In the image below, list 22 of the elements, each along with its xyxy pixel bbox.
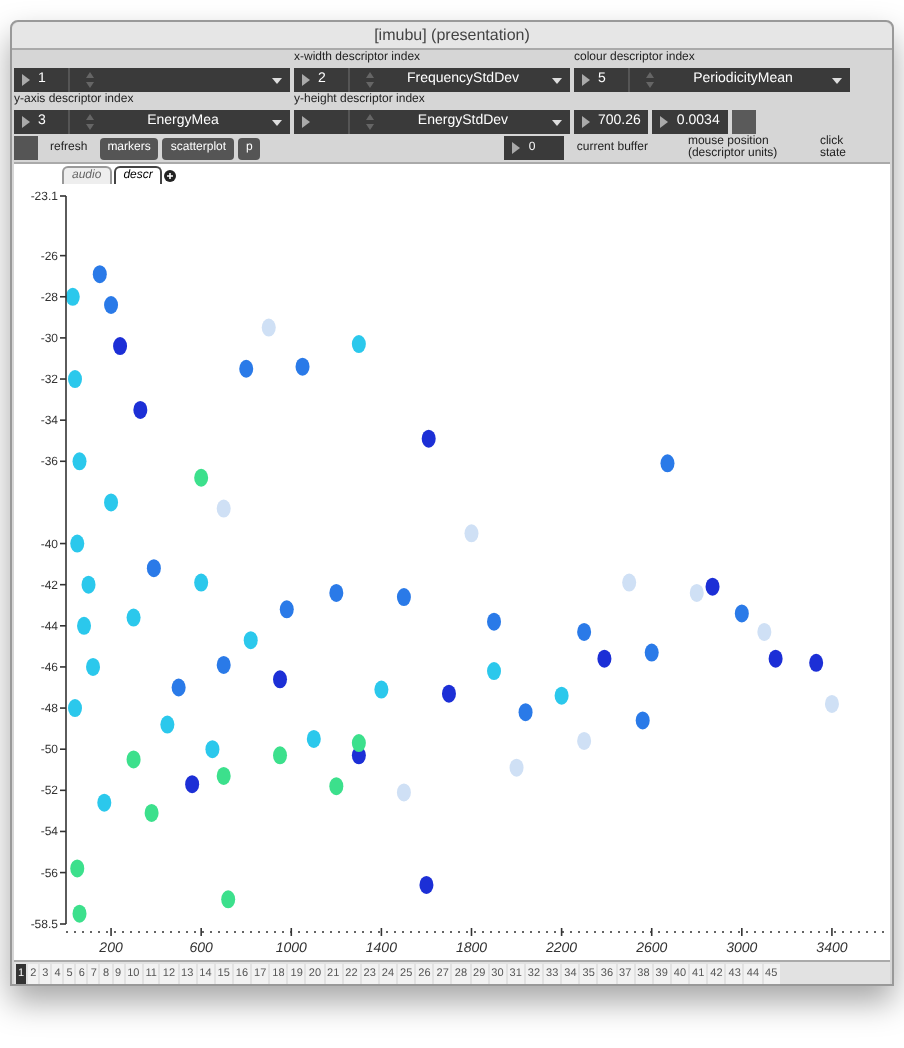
stepper-icon (366, 114, 374, 130)
caret-icon (832, 77, 842, 83)
caret-icon (272, 77, 282, 83)
caret-icon (552, 119, 562, 125)
stepper-icon (86, 114, 94, 130)
caret-icon (552, 77, 562, 83)
window-title: [imubu] (presentation) (374, 23, 530, 47)
toggle-button[interactable] (14, 136, 38, 160)
add-icon[interactable] (164, 170, 177, 182)
triangle-icon (582, 74, 590, 86)
stepper-icon (646, 72, 654, 88)
stepper-icon (86, 72, 94, 88)
caret-icon (272, 119, 282, 125)
triangle-icon (302, 74, 310, 86)
triangle-icon (22, 74, 30, 86)
triangle-icon (582, 116, 590, 128)
triangle-icon (22, 116, 30, 128)
triangle-icon (512, 142, 521, 154)
triangle-icon (302, 116, 310, 128)
state-indicator (731, 110, 756, 134)
triangle-icon (660, 116, 669, 128)
stepper-icon (366, 72, 374, 88)
